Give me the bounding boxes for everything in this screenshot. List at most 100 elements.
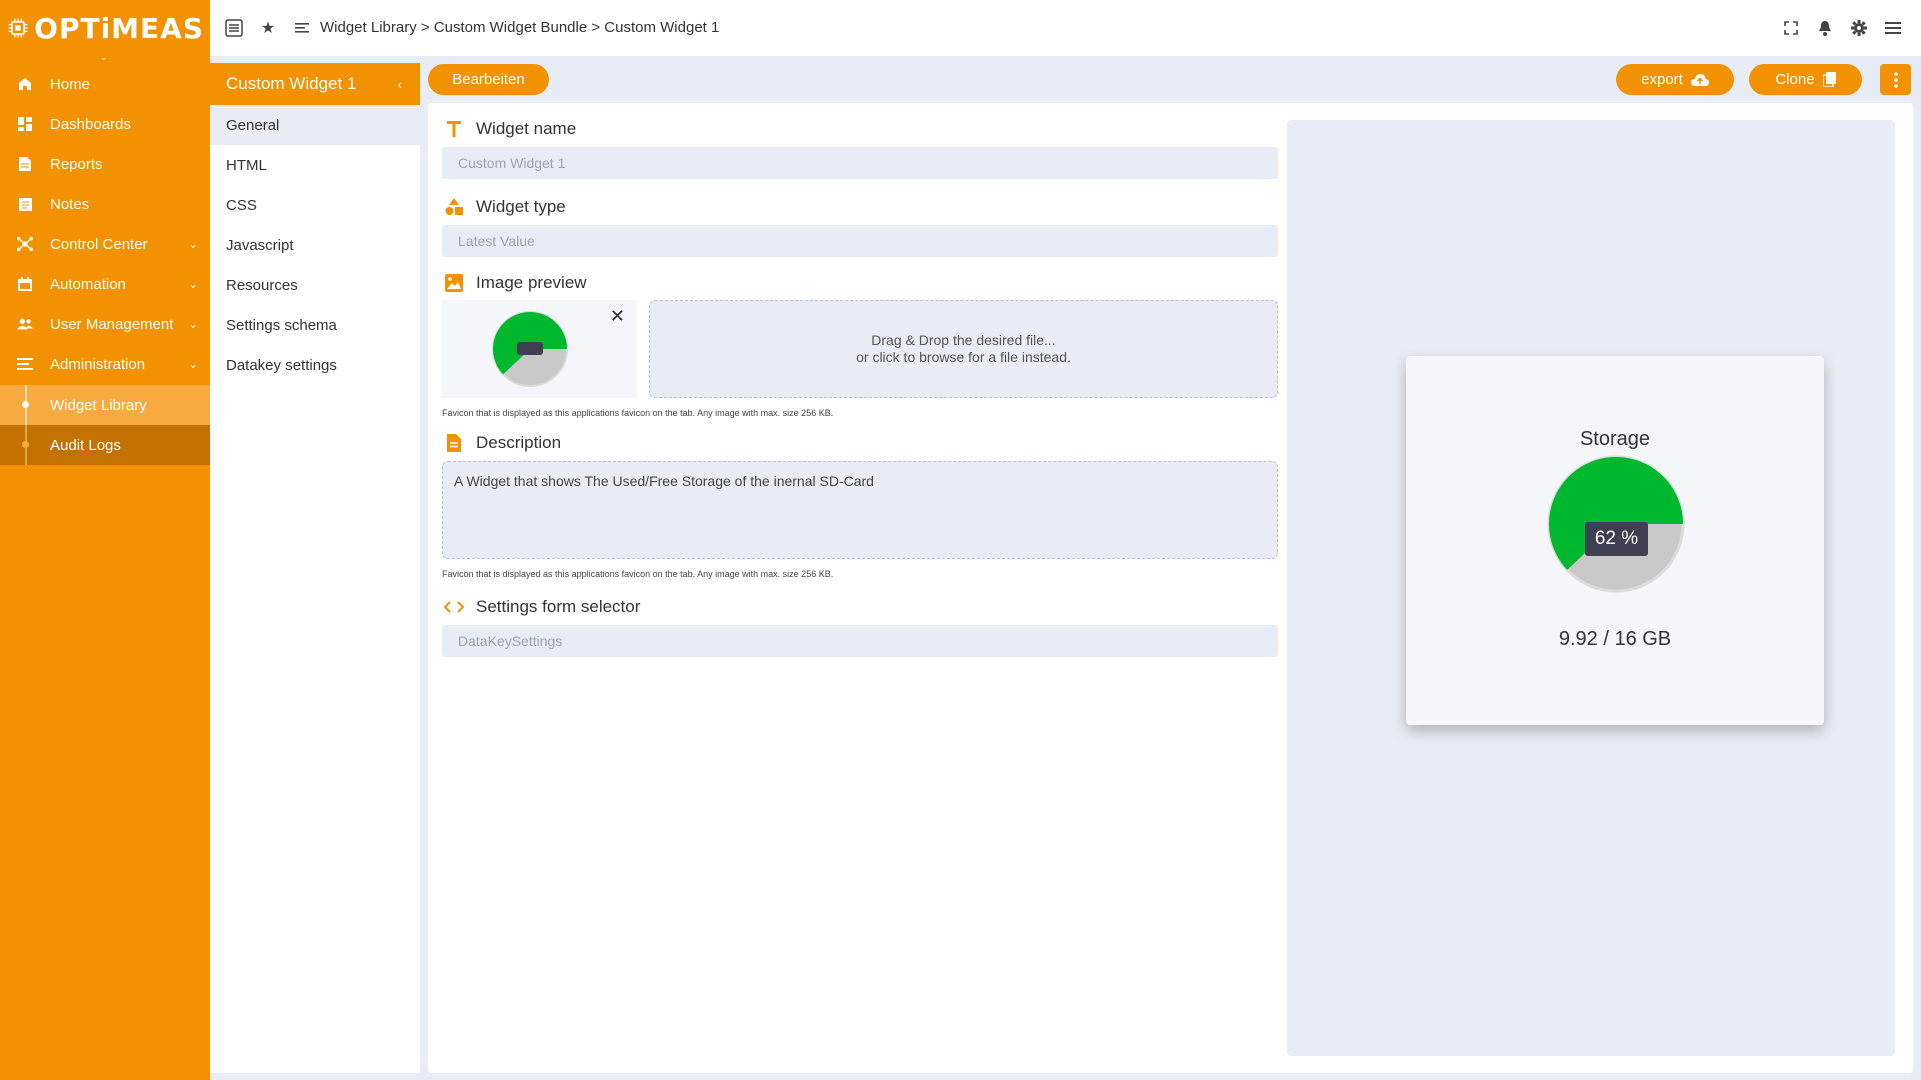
top-bar: ★ Widget Library > Custom Widget Bundle … <box>210 0 1921 56</box>
edit-button[interactable]: Bearbeiten <box>428 64 549 95</box>
bell-icon[interactable] <box>1815 18 1835 38</box>
gauge-thumbnail-image <box>492 311 568 387</box>
sidebar-item-label: Control Center <box>50 235 148 253</box>
tab-general[interactable]: General <box>210 105 420 145</box>
description-hint-text: Favicon that is displayed as this applic… <box>442 569 834 579</box>
image-hint-text: Favicon that is displayed as this applic… <box>442 408 834 418</box>
bullet-icon <box>22 401 29 408</box>
sidebar-item-dashboards[interactable]: Dashboards <box>0 104 210 144</box>
clone-button[interactable]: Clone <box>1749 64 1862 95</box>
tab-html[interactable]: HTML <box>210 145 420 185</box>
bullet-icon <box>22 441 29 448</box>
dashboard-icon <box>17 116 33 132</box>
edit-button-label: Bearbeiten <box>452 71 525 88</box>
control-center-icon <box>17 236 33 252</box>
settings-form-selector-label-text: Settings form selector <box>476 597 641 616</box>
code-icon <box>444 597 464 617</box>
sidebar-item-audit-logs[interactable]: Audit Logs <box>0 425 210 465</box>
widget-name-field[interactable]: Custom Widget 1 <box>442 147 1278 179</box>
menu-lines-icon[interactable] <box>292 18 312 38</box>
more-vertical-icon <box>1893 71 1898 88</box>
settings-form-selector-value: DataKeySettings <box>458 633 563 649</box>
sidebar-item-label: Widget Library <box>50 396 147 414</box>
sidebar-item-label: Notes <box>50 195 90 213</box>
copy-icon <box>1822 72 1836 87</box>
clone-button-label: Clone <box>1775 71 1815 88</box>
description-textarea[interactable]: A Widget that shows The Used/Free Storag… <box>442 461 1278 559</box>
dropzone-line-1: Drag & Drop the desired file... <box>871 332 1056 348</box>
export-button-label: export <box>1641 71 1683 88</box>
chevron-down-icon: ⌄ <box>187 357 198 371</box>
text-icon <box>444 119 464 139</box>
chevron-down-icon[interactable]: ⌄ <box>100 52 108 63</box>
more-options-button[interactable] <box>1880 64 1911 95</box>
chevron-down-icon: ⌄ <box>187 277 198 291</box>
sidebar-item-notes[interactable]: Notes <box>0 184 210 224</box>
widget-editor-nav: Custom Widget 1 ‹ General HTML CSS Javas… <box>210 63 420 1073</box>
breadcrumb[interactable]: Widget Library > Custom Widget Bundle > … <box>320 19 719 36</box>
brand-name: OPTiMEAS <box>34 11 204 45</box>
sidebar-item-label: Reports <box>50 155 103 173</box>
image-preview-label-text: Image preview <box>476 273 587 292</box>
notes-icon <box>17 196 33 212</box>
widget-name-label: Widget name <box>444 119 576 139</box>
tab-settings-schema[interactable]: Settings schema <box>210 305 420 345</box>
description-label-text: Description <box>476 433 562 452</box>
gear-icon[interactable] <box>1849 18 1869 38</box>
tab-resources[interactable]: Resources <box>210 265 420 305</box>
widget-name-value: Custom Widget 1 <box>458 155 566 171</box>
shapes-icon <box>444 197 464 217</box>
users-icon <box>17 316 33 332</box>
chevron-left-icon[interactable]: ‹ <box>397 76 402 92</box>
chevron-down-icon: ⌄ <box>187 237 198 251</box>
hamburger-menu-icon[interactable] <box>1883 18 1903 38</box>
sidebar-toggle-icon[interactable] <box>224 18 244 38</box>
widget-editor-title: Custom Widget 1 ‹ <box>210 63 420 105</box>
close-icon[interactable]: ✕ <box>610 306 625 327</box>
settings-form-selector-label: Settings form selector <box>444 597 640 617</box>
percent-badge: 62 % <box>1585 522 1648 556</box>
chevron-down-icon: ⌄ <box>187 317 198 331</box>
sidebar-item-label: Administration <box>50 355 146 373</box>
image-preview-label: Image preview <box>444 273 587 293</box>
widget-type-label: Widget type <box>444 197 566 217</box>
export-button[interactable]: export <box>1616 64 1734 95</box>
description-label: Description <box>444 433 561 453</box>
sidebar-item-reports[interactable]: Reports <box>0 144 210 184</box>
admin-icon <box>17 356 33 372</box>
sidebar-item-widget-library[interactable]: Widget Library <box>0 385 210 425</box>
home-icon <box>17 76 33 92</box>
image-thumbnail: ✕ <box>442 300 637 398</box>
calendar-icon <box>17 276 33 292</box>
widget-type-value: Latest Value <box>458 233 535 249</box>
sidebar-item-automation[interactable]: Automation ⌄ <box>0 264 210 304</box>
report-icon <box>17 156 33 172</box>
sidebar-item-label: User Management <box>50 315 174 333</box>
star-icon[interactable]: ★ <box>258 18 278 38</box>
file-dropzone[interactable]: Drag & Drop the desired file... or click… <box>649 300 1278 398</box>
sidebar-item-home[interactable]: Home <box>0 64 210 104</box>
document-icon <box>444 433 464 453</box>
brand-logo[interactable]: OPTiMEAS <box>8 11 204 45</box>
tab-css[interactable]: CSS <box>210 185 420 225</box>
sidebar-item-control-center[interactable]: Control Center ⌄ <box>0 224 210 264</box>
sidebar-item-label: Dashboards <box>50 115 131 133</box>
sidebar-item-label: Home <box>50 75 91 93</box>
description-value: A Widget that shows The Used/Free Storag… <box>454 473 874 489</box>
sidebar-item-label: Automation <box>50 275 126 293</box>
storage-widget: Storage 62 % 9.92 / 16 GB <box>1406 356 1824 725</box>
tab-javascript[interactable]: Javascript <box>210 225 420 265</box>
widget-type-field[interactable]: Latest Value <box>442 225 1278 257</box>
storage-usage-label: 9.92 / 16 GB <box>1558 628 1672 650</box>
sidebar: OPTiMEAS ⌄ Home Dashboards Reports Notes… <box>0 0 210 1080</box>
image-icon <box>444 273 464 293</box>
fullscreen-icon[interactable] <box>1781 18 1801 38</box>
settings-form-selector-field[interactable]: DataKeySettings <box>442 625 1278 657</box>
widget-type-label-text: Widget type <box>476 197 566 216</box>
widget-preview-title: Storage <box>1579 428 1651 450</box>
sidebar-item-user-management[interactable]: User Management ⌄ <box>0 304 210 344</box>
tab-datakey-settings[interactable]: Datakey settings <box>210 345 420 385</box>
widget-title: Custom Widget 1 <box>226 74 357 93</box>
sidebar-item-administration[interactable]: Administration ⌄ <box>0 344 210 384</box>
widget-name-label-text: Widget name <box>476 119 577 138</box>
